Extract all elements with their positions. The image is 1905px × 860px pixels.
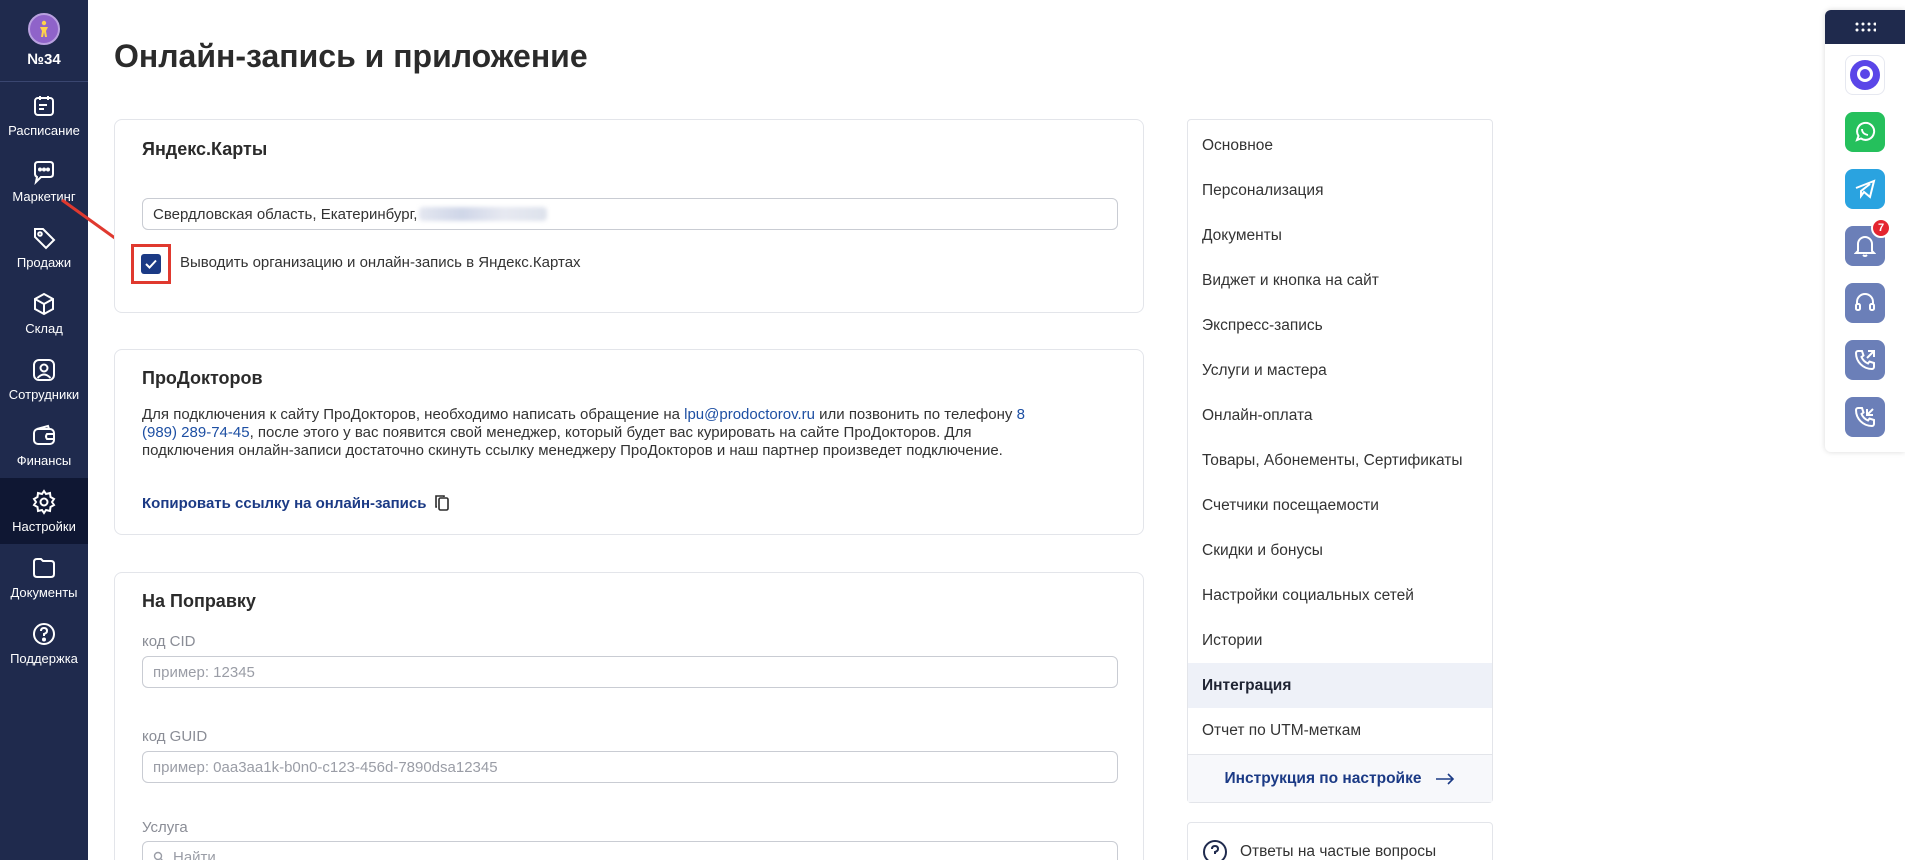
gear-icon	[32, 488, 56, 515]
menu-item-goods[interactable]: Товары, Абонементы, Сертификаты	[1188, 438, 1492, 483]
help-icon	[33, 622, 55, 645]
grid-dots-icon	[1855, 22, 1876, 32]
settings-menu: Основное Персонализация Документы Виджет…	[1187, 119, 1493, 803]
folder-icon	[33, 557, 55, 578]
nav-staff[interactable]: Сотрудники	[0, 346, 88, 412]
service-label: Услуга	[142, 819, 188, 836]
prodoctorov-card: ПроДокторов Для подключения к сайту ПроД…	[114, 349, 1144, 535]
phone-incoming-icon	[1854, 407, 1875, 428]
nav-settings[interactable]: Настройки	[0, 478, 88, 544]
support-chat-button[interactable]	[1845, 283, 1885, 323]
wallet-icon	[33, 424, 55, 445]
cid-label: код CID	[142, 633, 196, 650]
box-icon	[34, 292, 54, 315]
copy-icon	[435, 495, 450, 511]
nav-warehouse[interactable]: Склад	[0, 280, 88, 346]
arrow-right-icon	[1436, 772, 1455, 785]
text-part: , после этого у вас появится свой менедж…	[142, 424, 1003, 459]
check-icon	[145, 259, 157, 269]
guid-input[interactable]: пример: 0aa3aa1k-b0n0-c123-456d-7890dsa1…	[142, 751, 1118, 783]
email-link[interactable]: lpu@prodoctorov.ru	[684, 406, 815, 423]
card-title: На Поправку	[142, 591, 256, 611]
calendar-icon	[34, 95, 54, 116]
service-placeholder: Найти	[173, 848, 216, 860]
menu-item-social[interactable]: Настройки социальных сетей	[1188, 573, 1492, 618]
menu-item-personalization[interactable]: Персонализация	[1188, 168, 1492, 213]
apps-menu-button[interactable]	[1825, 10, 1905, 44]
person-icon	[40, 20, 48, 37]
chat-app-button[interactable]	[1845, 55, 1885, 95]
address-value: Свердловская область, Екатеринбург,	[153, 205, 418, 223]
nav-finance[interactable]: Финансы	[0, 412, 88, 478]
cid-input[interactable]: пример: 12345	[142, 656, 1118, 688]
whatsapp-icon	[1855, 121, 1876, 142]
copy-link-label: Копировать ссылку на онлайн-запись	[142, 494, 427, 512]
faq-card[interactable]: Ответы на частые вопросы	[1187, 822, 1493, 860]
text-part: Для подключения к сайту ПроДокторов, нео…	[142, 406, 685, 423]
napopravku-card: На Поправку код CID пример: 12345 код GU…	[114, 572, 1144, 860]
blurred-address	[419, 207, 548, 221]
highlight-box	[131, 244, 171, 284]
user-icon	[33, 358, 55, 381]
menu-item-express[interactable]: Экспресс-запись	[1188, 303, 1492, 348]
yandex-maps-card: Яндекс.Карты Свердловская область, Екате…	[114, 119, 1144, 313]
service-search-input[interactable]: Найти	[142, 841, 1118, 860]
card-title: Яндекс.Карты	[142, 139, 268, 159]
telegram-button[interactable]	[1845, 169, 1885, 209]
notifications-button[interactable]: 7	[1845, 218, 1891, 266]
notification-badge: 7	[1871, 218, 1891, 238]
faq-label: Ответы на частые вопросы	[1240, 843, 1437, 860]
org-label: №34	[27, 51, 61, 68]
checkbox-label: Выводить организацию и онлайн-запись в Я…	[180, 254, 581, 271]
incoming-call-button[interactable]	[1845, 397, 1885, 437]
menu-item-widget[interactable]: Виджет и кнопка на сайт	[1188, 258, 1492, 303]
menu-item-counters[interactable]: Счетчики посещаемости	[1188, 483, 1492, 528]
page-title: Онлайн-запись и приложение	[114, 38, 588, 74]
show-in-yandex-checkbox[interactable]	[141, 254, 161, 274]
address-input[interactable]: Свердловская область, Екатеринбург,	[142, 198, 1118, 230]
nav-label: Сотрудники	[8, 386, 80, 402]
prodoctorov-text: Для подключения к сайту ПроДокторов, нео…	[142, 406, 1032, 460]
menu-item-integration[interactable]: Интеграция	[1188, 663, 1492, 708]
phone-outgoing-icon	[1854, 350, 1875, 371]
nav-label: Настройки	[12, 518, 76, 534]
menu-item-documents[interactable]: Документы	[1188, 213, 1492, 258]
messenger-icon	[1850, 60, 1880, 90]
chat-bubble-icon	[34, 160, 54, 185]
guid-label: код GUID	[142, 728, 208, 745]
menu-item-services[interactable]: Услуги и мастера	[1188, 348, 1492, 393]
telegram-icon	[1855, 179, 1876, 199]
nav-label: Склад	[25, 320, 63, 336]
copy-link-button[interactable]: Копировать ссылку на онлайн-запись	[142, 494, 450, 512]
instructions-link[interactable]: Инструкция по настройке	[1188, 754, 1492, 802]
cid-placeholder: пример: 12345	[153, 663, 255, 681]
widget-bar: 7	[1825, 10, 1905, 452]
menu-item-basic[interactable]: Основное	[1188, 123, 1492, 168]
menu-item-discounts[interactable]: Скидки и бонусы	[1188, 528, 1492, 573]
nav-schedule[interactable]: Расписание	[0, 82, 88, 148]
org-avatar	[28, 13, 60, 45]
nav-support[interactable]: Поддержка	[0, 610, 88, 676]
instructions-label: Инструкция по настройке	[1224, 769, 1422, 787]
help-icon	[1203, 840, 1227, 860]
menu-item-utm[interactable]: Отчет по UTM-меткам	[1188, 708, 1492, 753]
nav-label: Поддержка	[10, 650, 78, 666]
text-part: или позвонить по телефону	[814, 406, 1017, 423]
nav-documents[interactable]: Документы	[0, 544, 88, 610]
outgoing-call-button[interactable]	[1845, 340, 1885, 380]
nav-label: Финансы	[16, 452, 72, 468]
nav-label: Расписание	[8, 122, 80, 138]
card-title: ПроДокторов	[142, 368, 263, 388]
nav-label: Документы	[10, 584, 78, 600]
guid-placeholder: пример: 0aa3aa1k-b0n0-c123-456d-7890dsa1…	[153, 758, 498, 776]
org-switcher[interactable]: №34	[0, 0, 88, 82]
whatsapp-button[interactable]	[1845, 112, 1885, 152]
menu-item-stories[interactable]: Истории	[1188, 618, 1492, 663]
search-icon	[153, 851, 163, 860]
headset-icon	[1855, 293, 1875, 311]
menu-item-online-payment[interactable]: Онлайн-оплата	[1188, 393, 1492, 438]
tag-icon	[34, 227, 56, 249]
bell-icon	[1854, 236, 1876, 257]
sidebar: №34 Расписание Маркетинг Продажи Склад С…	[0, 0, 88, 860]
